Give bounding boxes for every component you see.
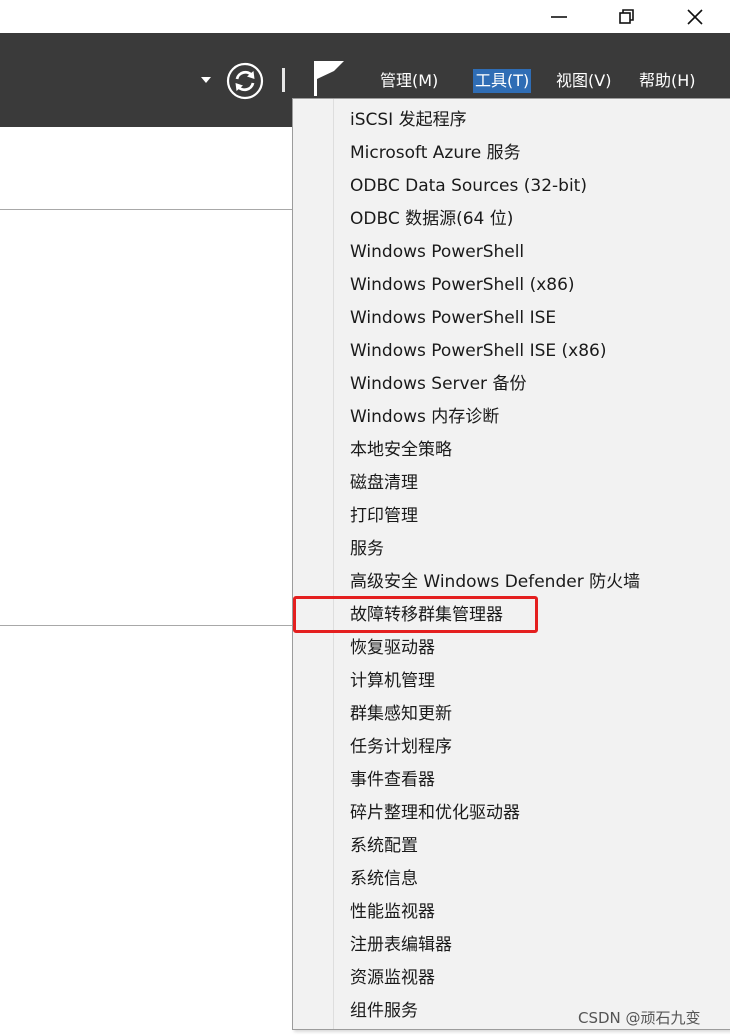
tools-menu-item[interactable]: 资源监视器: [350, 962, 435, 995]
tools-menu-item[interactable]: Windows PowerShell (x86): [350, 269, 575, 302]
close-icon: [687, 8, 703, 25]
refresh-icon[interactable]: [226, 62, 264, 100]
tools-menu-item[interactable]: 服务: [350, 533, 384, 566]
tools-menu-item[interactable]: Windows Server 备份: [350, 368, 526, 401]
tools-menu-item[interactable]: 系统信息: [350, 863, 418, 896]
tools-menu-item[interactable]: Windows 内存诊断: [350, 401, 499, 434]
navigation-dropdown-arrow-icon[interactable]: [201, 77, 211, 83]
tools-menu-item[interactable]: 事件查看器: [350, 764, 435, 797]
tools-menu-item[interactable]: Windows PowerShell ISE: [350, 302, 556, 335]
menu-help[interactable]: 帮助(H): [637, 69, 698, 93]
menu-view[interactable]: 视图(V): [554, 69, 613, 93]
close-button[interactable]: [672, 0, 718, 33]
highlight-annotation-box: [293, 596, 538, 633]
tools-menu-item[interactable]: 碎片整理和优化驱动器: [350, 797, 520, 830]
menu-tools[interactable]: 工具(T): [473, 69, 532, 93]
notifications-flag-icon[interactable]: [312, 59, 346, 97]
minimize-icon: [551, 15, 567, 18]
minimize-button[interactable]: [536, 0, 582, 33]
content-panel-divider: [0, 625, 292, 626]
restore-icon: [619, 8, 634, 24]
tools-menu-item[interactable]: 打印管理: [350, 500, 418, 533]
tools-menu-item[interactable]: 群集感知更新: [350, 698, 452, 731]
restore-button[interactable]: [604, 0, 650, 33]
header-separator: [282, 68, 285, 92]
tools-menu-item[interactable]: 恢复驱动器: [350, 632, 435, 665]
tools-menu-item[interactable]: Microsoft Azure 服务: [350, 137, 521, 170]
tools-menu-item[interactable]: 系统配置: [350, 830, 418, 863]
menu-icon-gutter: [333, 99, 334, 1029]
window-titlebar: [0, 0, 730, 33]
tools-menu-item[interactable]: 高级安全 Windows Defender 防火墙: [350, 566, 640, 599]
tools-menu-item[interactable]: 注册表编辑器: [350, 929, 452, 962]
watermark: CSDN @顽石九变: [578, 1009, 701, 1027]
tools-menu-item[interactable]: 性能监视器: [350, 896, 435, 929]
tools-menu-item[interactable]: 计算机管理: [350, 665, 435, 698]
tools-menu-item[interactable]: 本地安全策略: [350, 434, 452, 467]
tools-menu-item[interactable]: 组件服务: [350, 995, 418, 1028]
tools-menu-item[interactable]: 磁盘清理: [350, 467, 418, 500]
tools-menu-item[interactable]: 任务计划程序: [350, 731, 452, 764]
tools-menu-item[interactable]: ODBC Data Sources (32-bit): [350, 170, 587, 203]
menu-manage[interactable]: 管理(M): [378, 69, 440, 93]
content-panel-divider: [0, 209, 292, 210]
tools-menu-item[interactable]: Windows PowerShell ISE (x86): [350, 335, 606, 368]
tools-menu-item[interactable]: Windows PowerShell: [350, 236, 524, 269]
tools-menu-item[interactable]: iSCSI 发起程序: [350, 104, 467, 137]
tools-menu-item[interactable]: ODBC 数据源(64 位): [350, 203, 513, 236]
tools-dropdown-menu: iSCSI 发起程序 Microsoft Azure 服务 ODBC Data So…: [292, 98, 730, 1030]
